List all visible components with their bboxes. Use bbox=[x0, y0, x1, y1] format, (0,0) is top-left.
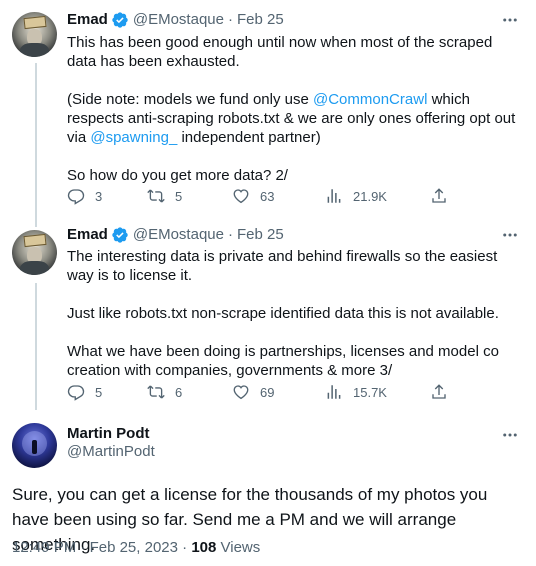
views-count: 15.7K bbox=[353, 384, 387, 400]
share-icon bbox=[432, 188, 446, 203]
verified-badge-icon bbox=[112, 12, 128, 28]
separator-dot: · bbox=[182, 539, 188, 556]
share-button[interactable] bbox=[430, 187, 448, 205]
separator-dot: · bbox=[80, 539, 86, 556]
retweet-button[interactable]: 6 bbox=[147, 383, 182, 401]
views-count[interactable]: 108 bbox=[191, 539, 216, 556]
separator-dot: · bbox=[227, 226, 233, 243]
tweet-text: This has been good enough until now when… bbox=[67, 33, 522, 185]
reply-icon bbox=[67, 189, 85, 205]
thread-line bbox=[35, 63, 37, 227]
tweet-paragraph: What we have been doing is partnerships,… bbox=[67, 343, 499, 379]
share-button[interactable] bbox=[430, 383, 448, 401]
tweet-actions: 5 6 69 15.7K bbox=[57, 383, 457, 403]
like-count: 69 bbox=[260, 384, 275, 400]
mention-link[interactable]: @CommonCrawl bbox=[313, 91, 427, 108]
like-button[interactable]: 69 bbox=[232, 383, 274, 401]
reply-button[interactable]: 5 bbox=[67, 383, 102, 401]
tweet-date[interactable]: Feb 25 bbox=[237, 225, 284, 245]
heart-icon bbox=[233, 189, 249, 204]
tweet-paragraph: The interesting data is private and behi… bbox=[67, 248, 498, 284]
tweet-date[interactable]: Feb 25 bbox=[237, 10, 284, 30]
author-name[interactable]: Emad bbox=[67, 225, 108, 245]
author-handle[interactable]: @MartinPodt bbox=[67, 443, 155, 460]
mention-link[interactable]: @spawning_ bbox=[90, 129, 177, 146]
retweet-icon bbox=[147, 189, 165, 203]
verified-badge-icon bbox=[112, 227, 128, 243]
more-icon[interactable] bbox=[500, 225, 520, 245]
tweet-meta: 12:49 PM · Feb 25, 2023 · 108 Views bbox=[12, 539, 260, 556]
like-button[interactable]: 63 bbox=[232, 187, 274, 205]
separator-dot: · bbox=[227, 11, 233, 28]
views-count: 21.9K bbox=[353, 188, 387, 204]
reply-count: 3 bbox=[95, 188, 103, 204]
analytics-icon bbox=[327, 385, 341, 399]
views-label: Views bbox=[220, 539, 261, 556]
tweet-paragraph: So how do you get more data? 2/ bbox=[67, 167, 288, 184]
reply-button[interactable]: 3 bbox=[67, 187, 102, 205]
thread-line bbox=[35, 283, 37, 410]
retweet-count: 6 bbox=[175, 384, 183, 400]
more-icon[interactable] bbox=[500, 425, 520, 445]
like-count: 63 bbox=[260, 188, 275, 204]
tweet-date[interactable]: Feb 25, 2023 bbox=[90, 539, 178, 556]
more-icon[interactable] bbox=[500, 10, 520, 30]
reply-icon bbox=[67, 385, 85, 401]
author-name[interactable]: Emad bbox=[67, 10, 108, 30]
avatar[interactable] bbox=[12, 230, 57, 275]
tweet-actions: 3 5 63 21.9K bbox=[57, 187, 457, 207]
heart-icon bbox=[233, 385, 249, 400]
author-handle[interactable]: @EMostaque bbox=[133, 225, 224, 245]
views-button[interactable]: 21.9K bbox=[325, 187, 387, 205]
avatar[interactable] bbox=[12, 423, 57, 468]
tweet-time[interactable]: 12:49 PM bbox=[12, 539, 76, 556]
views-button[interactable]: 15.7K bbox=[325, 383, 387, 401]
tweet-header: Emad @EMostaque · Feb 25 bbox=[67, 225, 284, 245]
author-handle[interactable]: @EMostaque bbox=[133, 10, 224, 30]
tweet-paragraph: Just like robots.txt non-scrape identifi… bbox=[67, 305, 499, 322]
share-icon bbox=[432, 384, 446, 399]
retweet-button[interactable]: 5 bbox=[147, 187, 182, 205]
analytics-icon bbox=[327, 189, 341, 203]
retweet-icon bbox=[147, 385, 165, 399]
tweet-paragraph: This has been good enough until now when… bbox=[67, 34, 493, 70]
author-name[interactable]: Martin Podt bbox=[67, 425, 150, 442]
retweet-count: 5 bbox=[175, 188, 183, 204]
tweet-text: The interesting data is private and behi… bbox=[67, 247, 522, 380]
tweet-header: Emad @EMostaque · Feb 25 bbox=[67, 10, 284, 30]
tweet-paragraph: (Side note: models we fund only use @Com… bbox=[67, 91, 516, 146]
avatar[interactable] bbox=[12, 12, 57, 57]
reply-count: 5 bbox=[95, 384, 103, 400]
